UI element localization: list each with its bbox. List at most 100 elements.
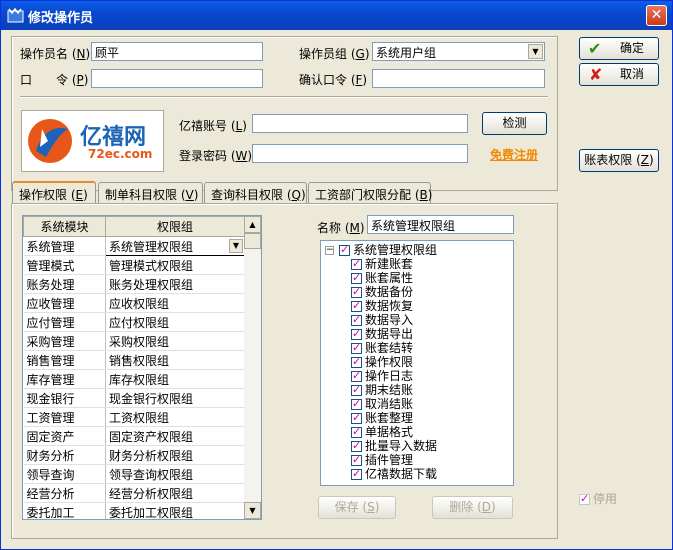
permission-group-cell[interactable]: 委托加工权限组 bbox=[105, 502, 245, 519]
tree-item[interactable]: 亿禧数据下载 bbox=[351, 467, 437, 481]
cancel-button[interactable]: ✘ 取消 bbox=[579, 63, 659, 86]
checkbox-icon[interactable] bbox=[351, 327, 362, 340]
tree-item[interactable]: 批量导入数据 bbox=[351, 439, 437, 453]
permission-group-cell[interactable]: 经营分析权限组 bbox=[105, 483, 245, 503]
table-row[interactable]: 现金银行 现金银行权限组 bbox=[23, 388, 245, 408]
chevron-down-icon[interactable]: ▼ bbox=[528, 44, 543, 59]
table-row[interactable]: 采购管理 采购权限组 bbox=[23, 331, 245, 351]
permission-group-cell[interactable]: 固定资产权限组 bbox=[105, 426, 245, 446]
tree-item[interactable]: 账套属性 bbox=[351, 271, 413, 285]
title-bar[interactable]: 修改操作员 ✕ bbox=[1, 1, 672, 30]
module-cell[interactable]: 领导查询 bbox=[23, 464, 106, 484]
checkbox-icon[interactable] bbox=[351, 453, 362, 466]
tree-item[interactable]: 单据格式 bbox=[351, 425, 413, 439]
tree-item[interactable]: 数据导出 bbox=[351, 327, 413, 341]
module-cell[interactable]: 经营分析 bbox=[23, 483, 106, 503]
yixi-password-input[interactable] bbox=[252, 144, 468, 163]
module-cell[interactable]: 应付管理 bbox=[23, 312, 106, 332]
tree-item[interactable]: 数据导入 bbox=[351, 313, 413, 327]
tab-query-subject-rights[interactable]: 查询科目权限 (Q) bbox=[204, 182, 307, 203]
tab-payroll-department-rights[interactable]: 工资部门权限分配 (B) bbox=[308, 182, 432, 203]
tree-item[interactable]: 数据恢复 bbox=[351, 299, 413, 313]
permission-group-cell[interactable]: 销售权限组 bbox=[105, 350, 245, 370]
checkbox-icon[interactable] bbox=[351, 341, 362, 354]
chevron-down-icon[interactable]: ▼ bbox=[229, 239, 243, 253]
permission-group-cell[interactable]: 现金银行权限组 bbox=[105, 388, 245, 408]
checkbox-icon[interactable] bbox=[351, 425, 362, 438]
checkbox-icon[interactable] bbox=[579, 492, 590, 505]
module-cell[interactable]: 现金银行 bbox=[23, 388, 106, 408]
permission-group-cell[interactable]: 应收权限组 bbox=[105, 293, 245, 313]
scroll-down-icon[interactable]: ▼ bbox=[244, 502, 261, 519]
account-rights-button[interactable]: 账表权限 (Z) bbox=[579, 149, 659, 172]
tree-item[interactable]: 账套整理 bbox=[351, 411, 413, 425]
checkbox-icon[interactable] bbox=[339, 243, 350, 256]
tab-operation-rights[interactable]: 操作权限 (E) bbox=[12, 181, 96, 204]
close-button[interactable]: ✕ bbox=[646, 5, 667, 26]
table-row[interactable]: 工资管理 工资权限组 bbox=[23, 407, 245, 427]
table-row[interactable]: 委托加工 委托加工权限组 bbox=[23, 502, 245, 519]
tree-item[interactable]: 账套结转 bbox=[351, 341, 413, 355]
permission-group-cell[interactable]: 应付权限组 bbox=[105, 312, 245, 332]
tree-item[interactable]: 操作权限 bbox=[351, 355, 413, 369]
module-cell[interactable]: 应收管理 bbox=[23, 293, 106, 313]
table-row[interactable]: 财务分析 财务分析权限组 bbox=[23, 445, 245, 465]
checkbox-icon[interactable] bbox=[351, 299, 362, 312]
checkbox-icon[interactable] bbox=[351, 467, 362, 480]
scroll-thumb[interactable] bbox=[244, 233, 261, 249]
permission-group-cell[interactable]: 账务处理权限组 bbox=[105, 274, 245, 294]
table-row[interactable]: 应付管理 应付权限组 bbox=[23, 312, 245, 332]
table-row[interactable]: 应收管理 应收权限组 bbox=[23, 293, 245, 313]
table-row[interactable]: 库存管理 库存权限组 bbox=[23, 369, 245, 389]
tree-item[interactable]: 插件管理 bbox=[351, 453, 413, 467]
module-cell[interactable]: 账务处理 bbox=[23, 274, 106, 294]
group-name-input[interactable]: 系统管理权限组 bbox=[367, 215, 514, 234]
checkbox-icon[interactable] bbox=[351, 397, 362, 410]
tab-voucher-subject-rights[interactable]: 制单科目权限 (V) bbox=[98, 182, 203, 203]
permission-group-cell[interactable]: 系统管理权限组 ▼ bbox=[105, 236, 245, 256]
module-cell[interactable]: 管理模式 bbox=[23, 255, 106, 275]
tree-item[interactable]: 操作日志 bbox=[351, 369, 413, 383]
checkbox-icon[interactable] bbox=[351, 313, 362, 326]
tree-root[interactable]: 系统管理权限组 bbox=[339, 243, 437, 257]
scroll-up-icon[interactable]: ▲ bbox=[244, 216, 261, 233]
grid-scrollbar[interactable]: ▲ ▼ bbox=[244, 216, 261, 519]
save-button[interactable]: 保存 (S) bbox=[318, 496, 396, 519]
confirm-password-input[interactable] bbox=[372, 69, 545, 88]
module-cell[interactable]: 销售管理 bbox=[23, 350, 106, 370]
table-row[interactable]: 管理模式 管理模式权限组 bbox=[23, 255, 245, 275]
yixi-account-input[interactable] bbox=[252, 114, 468, 133]
checkbox-icon[interactable] bbox=[351, 411, 362, 424]
permission-group-cell[interactable]: 工资权限组 bbox=[105, 407, 245, 427]
checkbox-icon[interactable] bbox=[351, 383, 362, 396]
operator-group-select[interactable]: 系统用户组 ▼ bbox=[372, 42, 545, 61]
table-row[interactable]: 固定资产 固定资产权限组 bbox=[23, 426, 245, 446]
table-row[interactable]: 账务处理 账务处理权限组 bbox=[23, 274, 245, 294]
module-cell[interactable]: 库存管理 bbox=[23, 369, 106, 389]
module-cell[interactable]: 工资管理 bbox=[23, 407, 106, 427]
permission-group-cell[interactable]: 库存权限组 bbox=[105, 369, 245, 389]
disable-checkbox[interactable]: 停用 bbox=[579, 490, 617, 507]
column-header-permission-group[interactable]: 权限组 bbox=[105, 216, 245, 237]
checkbox-icon[interactable] bbox=[351, 439, 362, 452]
permission-group-cell[interactable]: 管理模式权限组 bbox=[105, 255, 245, 275]
operator-name-input[interactable]: 顾平 bbox=[91, 42, 263, 61]
table-row[interactable]: 经营分析 经营分析权限组 bbox=[23, 483, 245, 503]
column-header-module[interactable]: 系统模块 bbox=[23, 216, 106, 237]
module-cell[interactable]: 财务分析 bbox=[23, 445, 106, 465]
free-register-link[interactable]: 免费注册 bbox=[490, 146, 538, 163]
module-cell[interactable]: 委托加工 bbox=[23, 502, 106, 519]
checkbox-icon[interactable] bbox=[351, 369, 362, 382]
tree-item[interactable]: 期末结账 bbox=[351, 383, 413, 397]
checkbox-icon[interactable] bbox=[351, 285, 362, 298]
tree-item[interactable]: 数据备份 bbox=[351, 285, 413, 299]
module-cell[interactable]: 系统管理 bbox=[23, 236, 106, 256]
permission-group-cell[interactable]: 采购权限组 bbox=[105, 331, 245, 351]
delete-button[interactable]: 删除 (D) bbox=[432, 496, 513, 519]
module-cell[interactable]: 采购管理 bbox=[23, 331, 106, 351]
collapse-icon[interactable]: − bbox=[325, 246, 334, 255]
password-input[interactable] bbox=[91, 69, 263, 88]
table-row[interactable]: 系统管理 系统管理权限组 ▼ bbox=[23, 236, 245, 256]
table-row[interactable]: 销售管理 销售权限组 bbox=[23, 350, 245, 370]
permission-group-cell[interactable]: 领导查询权限组 bbox=[105, 464, 245, 484]
